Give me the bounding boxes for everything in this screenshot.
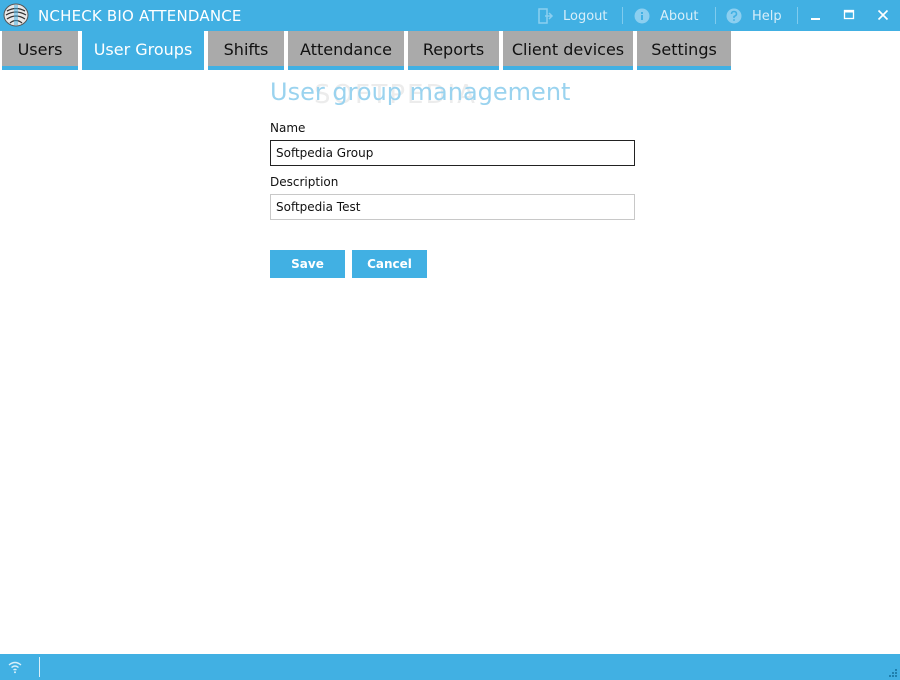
maximize-button[interactable] xyxy=(837,4,861,26)
page-title: User group management xyxy=(270,78,571,106)
app-logo-icon xyxy=(3,3,29,27)
about-label: About xyxy=(660,8,699,24)
minimize-icon xyxy=(811,18,820,20)
help-label: Help xyxy=(752,8,782,24)
title-separator xyxy=(622,7,623,24)
main-tab-bar: Users User Groups Shifts Attendance Repo… xyxy=(0,31,900,70)
tab-user-groups[interactable]: User Groups xyxy=(82,31,204,70)
title-bar: NCHECK BIO ATTENDANCE Logout About Help xyxy=(0,0,900,31)
title-separator xyxy=(715,7,716,24)
description-label: Description xyxy=(270,175,339,189)
tab-attendance[interactable]: Attendance xyxy=(288,31,404,70)
save-button[interactable]: Save xyxy=(270,250,345,278)
maximize-icon xyxy=(843,9,855,20)
main-content: SOFTPEDIA User group management Name Des… xyxy=(0,70,900,654)
logout-label: Logout xyxy=(563,8,608,24)
about-link[interactable]: About xyxy=(633,6,698,26)
tab-client-devices[interactable]: Client devices xyxy=(503,31,633,70)
app-title: NCHECK BIO ATTENDANCE xyxy=(38,7,242,25)
name-input[interactable] xyxy=(270,140,635,166)
wifi-icon xyxy=(8,661,22,674)
minimize-button[interactable] xyxy=(804,4,828,26)
cancel-button[interactable]: Cancel xyxy=(352,250,427,278)
logout-link[interactable]: Logout xyxy=(536,6,608,26)
close-icon xyxy=(877,9,889,21)
status-bar xyxy=(0,654,900,680)
status-separator xyxy=(39,657,40,677)
close-button[interactable] xyxy=(871,4,895,26)
tab-settings[interactable]: Settings xyxy=(637,31,731,70)
tab-users[interactable]: Users xyxy=(2,31,78,70)
resize-grip-icon[interactable] xyxy=(886,666,898,678)
help-icon xyxy=(726,8,742,24)
name-label: Name xyxy=(270,121,306,135)
tab-shifts[interactable]: Shifts xyxy=(208,31,284,70)
description-input[interactable] xyxy=(270,194,635,220)
logout-icon xyxy=(538,8,554,24)
title-separator xyxy=(797,7,798,24)
tab-reports[interactable]: Reports xyxy=(408,31,499,70)
help-link[interactable]: Help xyxy=(725,6,782,26)
about-icon xyxy=(634,8,650,24)
